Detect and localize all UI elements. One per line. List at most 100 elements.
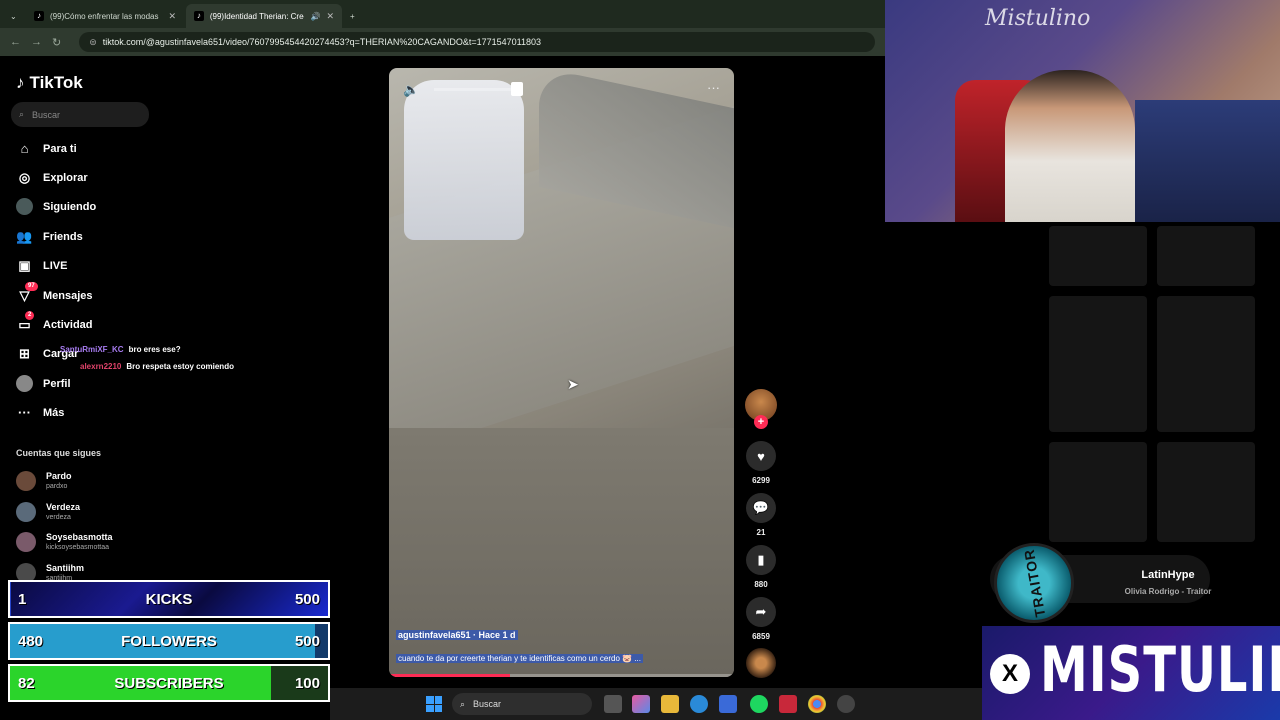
chat-message: SantuRmiXF_KC bro eres ese? <box>42 345 181 354</box>
chrome-icon[interactable] <box>808 695 826 713</box>
nav-siguiendo[interactable]: Siguiendo <box>16 198 96 215</box>
nav-explorar[interactable]: ◎ Explorar <box>16 169 88 186</box>
tab-1[interactable]: ♪ (99)Cómo enfrentar las modas ✕ <box>26 4 184 28</box>
like-action[interactable]: ♥ 6299 <box>745 441 777 485</box>
home-icon: ⌂ <box>20 141 29 156</box>
forward-icon[interactable]: → <box>31 36 42 48</box>
upload-icon: ⊞ <box>19 345 30 361</box>
nav-live[interactable]: ▣ LIVE <box>16 257 67 274</box>
back-icon[interactable]: ← <box>10 36 21 48</box>
banner-name: MISTULINO <box>1040 634 1280 707</box>
webcam-overlay: Mistulino <box>885 0 1280 222</box>
taskbar-search[interactable]: ⌕ Buscar <box>452 693 592 715</box>
placeholder-tile <box>1157 296 1255 432</box>
close-tab-icon[interactable]: ✕ <box>168 11 176 22</box>
windows-start-icon[interactable] <box>426 696 442 712</box>
store-icon[interactable] <box>719 695 737 713</box>
video-frame-person <box>404 80 524 240</box>
placeholder-tile <box>1049 296 1147 432</box>
app-icon[interactable] <box>837 695 855 713</box>
site-info-icon[interactable]: ⊜ <box>89 37 97 48</box>
tab-title: (99)Identidad Therian: Cree <box>209 11 305 21</box>
video-player[interactable]: 🔈 ··· ➤ agustinfavela651 · Hace 1 d cuan… <box>389 68 734 677</box>
search-icon: ⌕ <box>460 698 466 709</box>
edge-icon[interactable] <box>690 695 708 713</box>
nav-para-ti[interactable]: ⌂ Para ti <box>16 140 77 157</box>
speaker-icon[interactable]: 🔊 <box>310 12 320 21</box>
channel-banner: X MISTULINO <box>982 626 1280 720</box>
placeholder-tile <box>1157 226 1255 286</box>
copilot-icon[interactable] <box>632 695 650 713</box>
mouse-cursor-icon: ➤ <box>567 376 579 392</box>
close-tab-icon[interactable]: ✕ <box>326 11 334 22</box>
url-text: tiktok.com/@agustinfavela651/video/76079… <box>102 37 542 47</box>
video-progress-fill <box>389 674 510 677</box>
nav-friends[interactable]: 👥 Friends <box>16 228 82 245</box>
new-tab-button[interactable]: + <box>342 4 362 28</box>
compass-icon: ◎ <box>18 169 31 185</box>
placeholder-tile <box>1157 442 1255 542</box>
tab-title: (99)Cómo enfrentar las modas <box>50 11 159 21</box>
subscribers-counter: 82 SUBSCRIBERS 100 <box>8 664 330 702</box>
url-field[interactable]: ⊜ tiktok.com/@agustinfavela651/video/760… <box>79 32 875 52</box>
chat-message: alexrn2210 Bro respeta estoy comiendo <box>80 362 234 371</box>
chevron-down-icon: ⌄ <box>10 11 17 21</box>
spotify-icon[interactable] <box>750 695 768 713</box>
share-icon[interactable]: ➦ <box>746 597 776 627</box>
volume-icon[interactable]: 🔈 <box>403 82 419 98</box>
video-author[interactable]: agustinfavela651 · Hace 1 d <box>396 630 518 640</box>
kicks-counter: 1 KICKS 500 <box>8 580 330 618</box>
following-account[interactable]: Soysebasmotta kicksoysebasmottaa <box>16 532 113 552</box>
live-icon: ▣ <box>18 257 31 273</box>
nav-perfil[interactable]: Perfil <box>16 375 71 392</box>
tab-bar: ⌄ ♪ (99)Cómo enfrentar las modas ✕ ♪ (99… <box>0 0 885 28</box>
x-logo-icon: X <box>990 654 1030 694</box>
share-action[interactable]: ➦ 6859 <box>745 597 777 641</box>
tiktok-sidebar: ♪ TikTok ⌕ Buscar ⌂ Para ti ◎ Explorar Sig… <box>0 56 330 720</box>
tiktok-tab-icon: ♪ <box>34 11 44 21</box>
volume-slider[interactable] <box>434 88 514 91</box>
webcam-neon-sign: Mistulino <box>985 6 1091 31</box>
music-disc-icon[interactable] <box>746 648 776 678</box>
search-input[interactable]: ⌕ Buscar <box>11 102 149 127</box>
now-playing-track: Olivia Rodrigo - Traitor <box>1124 587 1212 596</box>
bookmark-icon[interactable]: ▮ <box>746 545 776 575</box>
tiktok-logo[interactable]: ♪ TikTok <box>16 73 83 93</box>
tiktok-tab-icon: ♪ <box>194 11 204 21</box>
save-action[interactable]: ▮ 880 <box>745 545 777 589</box>
avatar <box>16 502 36 522</box>
following-account[interactable]: Verdeza verdeza <box>16 502 80 522</box>
chat-user: alexrn2210 <box>80 362 122 371</box>
app-icon[interactable] <box>779 695 797 713</box>
task-view-icon[interactable] <box>604 695 622 713</box>
messages-badge: 97 <box>25 282 38 291</box>
chat-text: bro eres ese? <box>128 345 181 354</box>
nav-mensajes[interactable]: ▽ 97 Mensajes <box>16 282 93 304</box>
following-title: Cuentas que sigues <box>16 448 102 458</box>
nav-actividad[interactable]: ▭ 2 Actividad <box>16 311 93 333</box>
search-icon: ⌕ <box>19 109 25 119</box>
follow-button[interactable]: + <box>754 415 768 429</box>
followers-counter: 480 FOLLOWERS 500 <box>8 622 330 660</box>
chat-text: Bro respeta estoy comiendo <box>126 362 234 371</box>
tab-2[interactable]: ♪ (99)Identidad Therian: Cree 🔊 ✕ <box>186 4 342 28</box>
following-avatar-icon <box>16 198 33 215</box>
video-caption: cuando te da por creerte therian y te id… <box>396 654 643 663</box>
more-options-icon[interactable]: ··· <box>707 80 720 95</box>
tab-list-button[interactable]: ⌄ <box>2 4 22 28</box>
following-account[interactable]: Pardo pardxo <box>16 471 72 491</box>
now-playing-title: LatinHype <box>1141 569 1195 581</box>
comment-icon[interactable]: 💬 <box>746 493 776 523</box>
reload-icon[interactable]: ↻ <box>52 36 61 49</box>
heart-icon[interactable]: ♥ <box>746 441 776 471</box>
chat-user: SantuRmiXF_KC <box>60 345 124 354</box>
avatar <box>16 471 36 491</box>
taskbar: ⌕ Buscar <box>330 688 982 720</box>
nav-mas[interactable]: ··· Más <box>16 404 64 421</box>
file-explorer-icon[interactable] <box>661 695 679 713</box>
volume-slider-handle[interactable] <box>511 82 523 96</box>
comment-action[interactable]: 💬 21 <box>745 493 777 537</box>
messages-icon: ▽ 97 <box>16 282 38 304</box>
webcam-bed <box>1135 100 1280 222</box>
activity-icon: ▭ 2 <box>16 311 35 333</box>
